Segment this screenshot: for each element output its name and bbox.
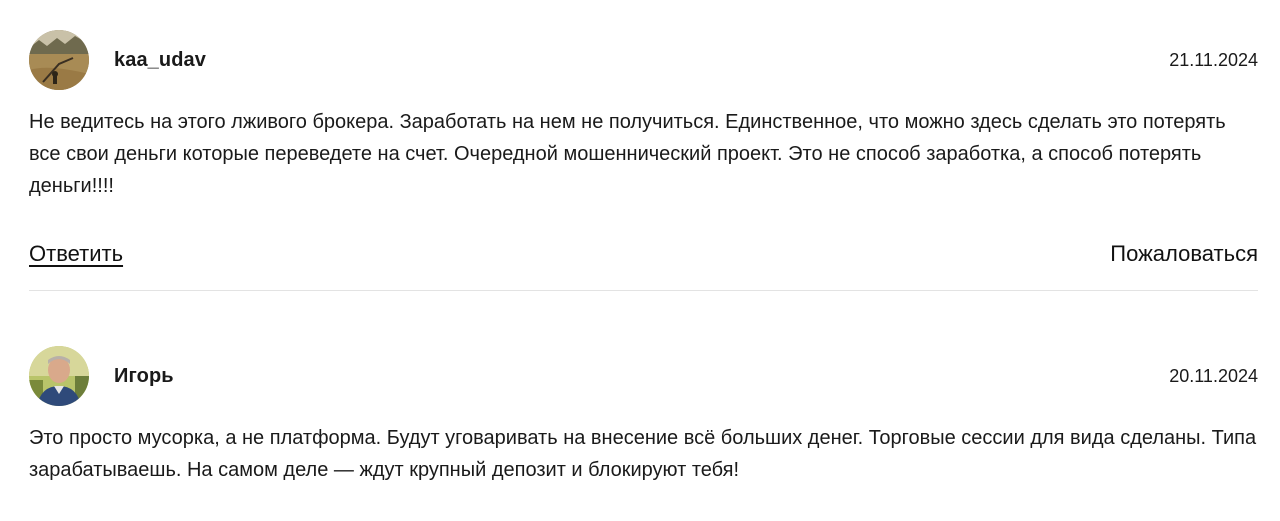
comment-date: 20.11.2024 (1169, 365, 1258, 386)
comment-author: kaa_udav (114, 48, 206, 71)
autumn-park-avatar-image (29, 30, 89, 90)
avatar (29, 346, 89, 406)
comment-header: kaa_udav 21.11.2024 (29, 30, 1258, 90)
comment-text: Не ведитесь на этого лживого брокера. За… (29, 111, 1226, 197)
man-portrait-avatar-image (29, 346, 89, 406)
comment-date: 21.11.2024 (1169, 49, 1258, 70)
comment-text: Это просто мусорка, а не платформа. Буду… (29, 427, 1257, 481)
comment-header: Игорь 20.11.2024 (29, 346, 1258, 406)
comment-author: Игорь (114, 364, 174, 387)
report-link[interactable]: Пожаловаться (1110, 241, 1258, 267)
avatar (29, 30, 89, 90)
comment-divider (29, 290, 1258, 291)
comment-item: Игорь 20.11.2024 Это просто мусорка, а н… (29, 299, 1258, 486)
comment-item: kaa_udav 21.11.2024 Не ведитесь на этого… (29, 0, 1258, 291)
reply-link[interactable]: Ответить (29, 241, 123, 267)
comment-actions: Ответить Пожаловаться (29, 239, 1258, 269)
